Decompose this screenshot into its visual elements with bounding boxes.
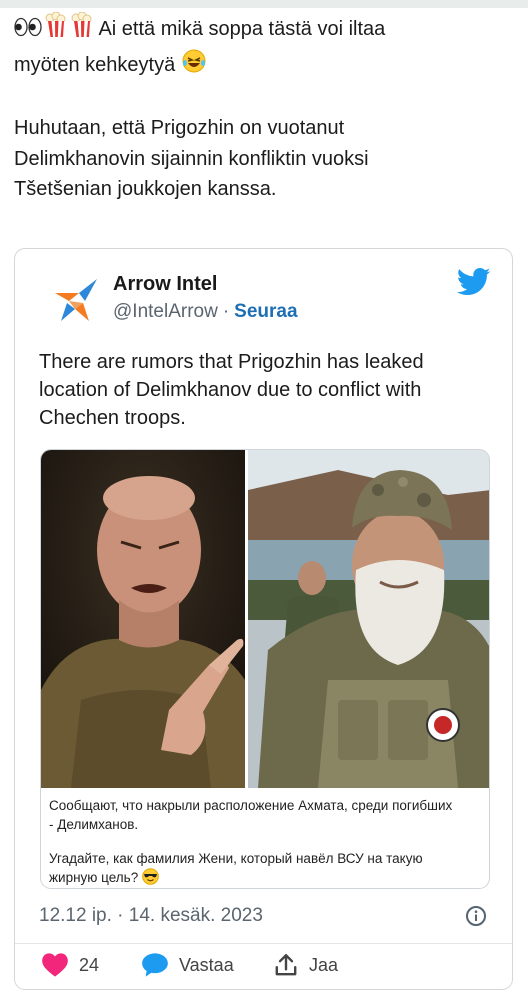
post-para2-line-3: Tšetšenian joukkojen kanssa. [14, 178, 277, 200]
tweet-text-line-3: Chechen troops. [39, 407, 186, 429]
photo-man-with-beard[interactable] [248, 450, 490, 788]
tweet-actions: 24 Vastaa Jaa [15, 952, 512, 982]
caption-line-1: Сообщают, что накрыли расположение Ахмат… [49, 798, 453, 813]
tweet-text-line-1: There are rumors that Prigozhin has leak… [39, 351, 424, 373]
post-para2-line-1: Huhutaan, että Prigozhin on vuotanut [14, 117, 345, 139]
tweet-author-name[interactable]: Arrow Intel [113, 273, 217, 296]
post-text-line-2: myöten kehkeytyä [14, 53, 176, 76]
popcorn-emoji-icon [42, 11, 68, 48]
like-count: 24 [79, 954, 100, 975]
handle-separator: · [222, 301, 230, 322]
post-text: Ai että mikä soppa tästä voi iltaa myöte… [14, 11, 514, 205]
caption-line-4: жирную цель? [49, 870, 139, 885]
post-text-line-1: Ai että mikä soppa tästä voi iltaa [98, 18, 386, 40]
heart-icon [42, 953, 68, 977]
share-label: Jaa [309, 954, 339, 975]
tweet-text-line-2: location of Delimkhanov due to conflict … [39, 379, 422, 401]
reply-button[interactable]: Vastaa [141, 952, 234, 978]
photo-man-pointing[interactable] [41, 450, 245, 788]
share-button[interactable]: Jaa [273, 952, 338, 978]
tweet-timestamp[interactable]: 12.12 ip. · 14. kesäk. 2023 [39, 905, 263, 927]
embedded-tweet-card[interactable]: Arrow Intel @IntelArrow · Seuraa There are… [14, 248, 513, 990]
rolling-laughing-emoji-icon [181, 48, 207, 84]
twitter-bird-icon[interactable] [457, 267, 491, 297]
actions-divider [15, 943, 512, 944]
top-strip [0, 0, 528, 8]
speech-bubble-icon [142, 953, 168, 977]
reply-label: Vastaa [179, 954, 234, 975]
follow-link[interactable]: Seuraa [234, 301, 297, 322]
info-icon[interactable] [465, 905, 487, 927]
post-line-2: myöten kehkeytyä [14, 48, 514, 84]
like-button[interactable]: 24 [41, 952, 99, 978]
popcorn-emoji-icon [68, 11, 94, 48]
caption-line-2: - Делимханов. [49, 817, 139, 832]
caption-line-4-row: жирную цель? [49, 868, 483, 888]
eyes-emoji-icon [14, 16, 42, 48]
share-upload-icon [275, 954, 297, 976]
arrow-intel-logo-icon[interactable] [49, 271, 101, 323]
post-para2-line-2: Delimkhanovin sijainnin konfliktin vuoks… [14, 147, 369, 170]
sunglasses-emoji-icon [142, 868, 159, 888]
tweet-author-handle-row: @IntelArrow · Seuraa [113, 301, 298, 323]
caption-line-3: Угадайте, как фамилия Жени, который навё… [49, 851, 423, 866]
tweet-author-handle[interactable]: @IntelArrow [113, 301, 218, 322]
tweet-media[interactable]: Сообщают, что накрыли расположение Ахмат… [40, 449, 490, 889]
tweet-text: There are rumors that Prigozhin has leak… [39, 348, 489, 432]
post-line-1: Ai että mikä soppa tästä voi iltaa [14, 11, 514, 48]
media-caption: Сообщают, что накрыли расположение Ахмат… [49, 796, 483, 888]
